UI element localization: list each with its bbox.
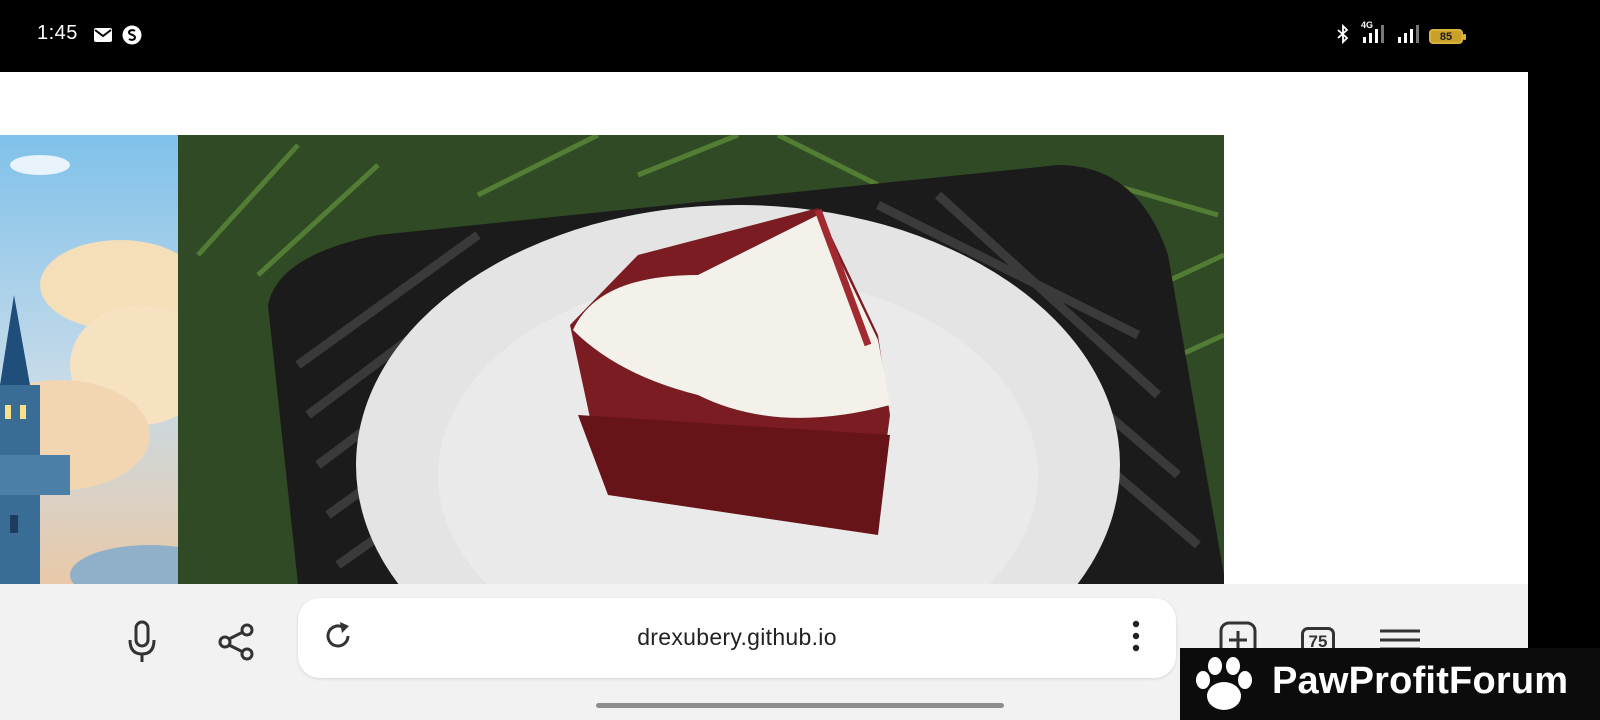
screen-edge — [1528, 72, 1600, 648]
signal-icon — [1394, 24, 1420, 49]
share-button[interactable] — [212, 620, 260, 668]
more-options-button[interactable] — [1116, 618, 1156, 658]
url-text[interactable]: drexubery.github.io — [298, 624, 1176, 651]
status-right-icons: 4G 85 — [1336, 20, 1466, 49]
web-page-viewport[interactable] — [0, 72, 1528, 584]
forum-banner: PawProfitForum — [1180, 648, 1600, 720]
signal-4g-icon: 4G — [1359, 20, 1385, 49]
status-time: 1:45 — [37, 22, 78, 44]
voice-search-button[interactable] — [118, 620, 166, 668]
mic-icon — [126, 620, 158, 669]
status-bar: 1:45 4G 85 — [0, 0, 1600, 72]
bluetooth-icon — [1336, 23, 1350, 49]
banner-text: PawProfitForum — [1272, 660, 1569, 702]
more-vert-icon — [1132, 620, 1140, 657]
home-indicator[interactable] — [596, 703, 1004, 708]
castle-sky-illustration — [0, 135, 178, 584]
status-left-icons — [94, 25, 142, 50]
s-app-icon — [122, 25, 142, 50]
mail-icon — [94, 28, 112, 47]
share-icon — [216, 622, 256, 667]
battery-indicator: 85 — [1429, 29, 1466, 44]
address-bar[interactable]: drexubery.github.io — [298, 598, 1176, 678]
red-velvet-cake-photo — [178, 135, 1224, 584]
paw-icon — [1194, 656, 1254, 719]
network-type-label: 4G — [1361, 20, 1374, 30]
